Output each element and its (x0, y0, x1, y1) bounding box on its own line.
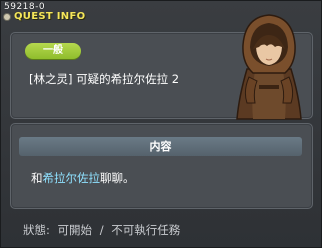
status-start: 可開始 (57, 223, 93, 237)
npc-name-link[interactable]: 希拉尔佐拉 (43, 171, 101, 185)
quest-name: [林之灵] 可疑的希拉尔佐拉 2 (29, 72, 180, 86)
window-title: QUEST INFO (14, 11, 86, 22)
status-execute: 不可執行任務 (111, 223, 181, 237)
content-prefix: 和 (31, 171, 43, 185)
content-text: 和希拉尔佐拉聊聊。 (31, 170, 135, 186)
content-suffix: 聊聊。 (100, 171, 135, 185)
quest-category-badge: 一般 (25, 43, 81, 59)
npc-hooded-figure-icon (236, 14, 302, 120)
pin-icon (4, 14, 10, 20)
quest-content-panel (10, 123, 313, 209)
quest-info-window: 59218-0 QUEST INFO 一般 [林之灵] 可疑的希拉尔佐拉 2 内… (0, 0, 322, 248)
content-header: 内容 (19, 137, 302, 156)
status-label: 狀態: (23, 223, 50, 237)
status-line: 狀態: 可開始 / 不可執行任務 (23, 222, 184, 238)
status-separator: / (99, 223, 104, 237)
